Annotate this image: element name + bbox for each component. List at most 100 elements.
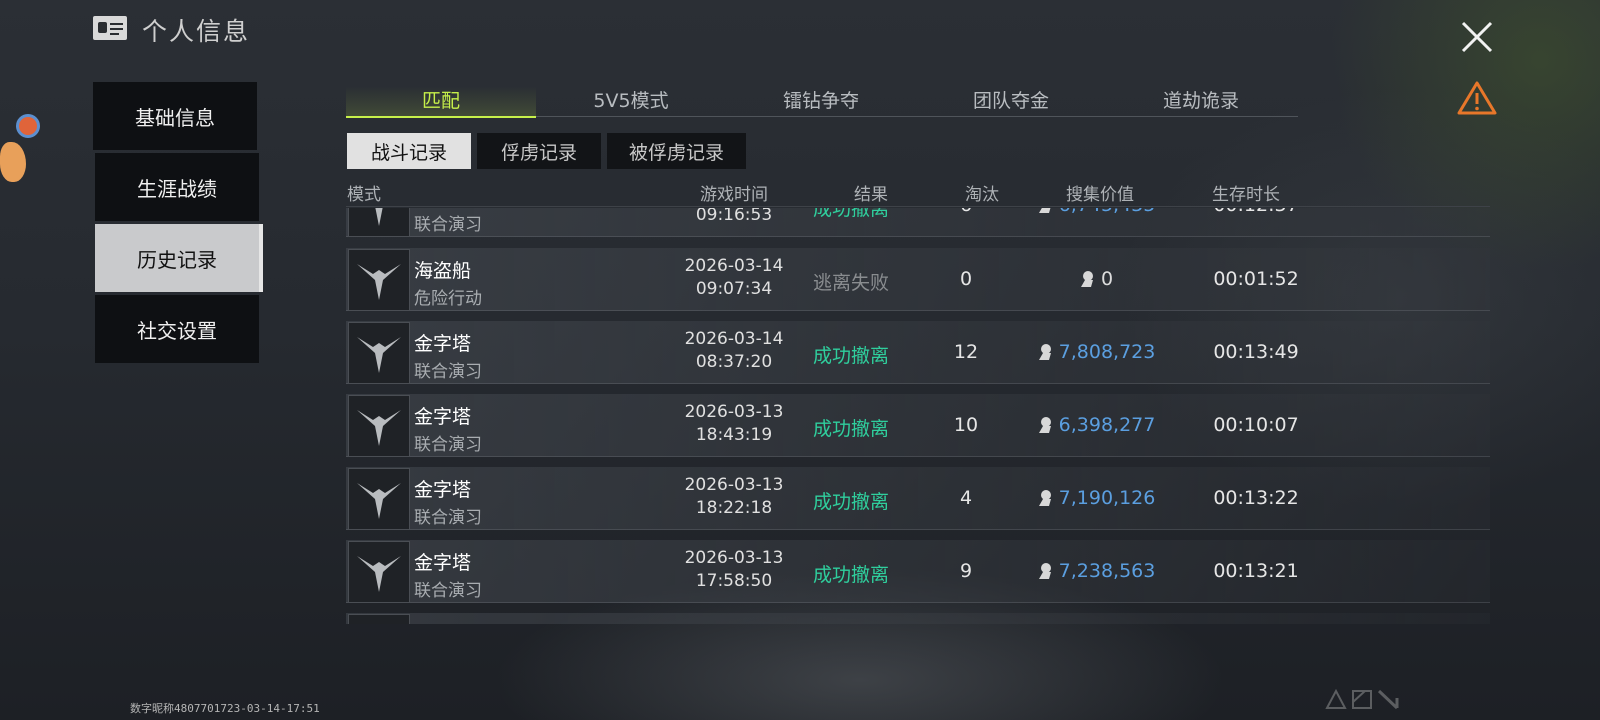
mode-name: 联合演习 — [414, 362, 482, 382]
kill-count: 0 — [959, 268, 973, 290]
collected-value: 7,190,126 — [1006, 487, 1186, 509]
tab-match[interactable]: 匹配 — [346, 86, 536, 118]
close-icon — [1461, 21, 1493, 53]
survival-duration: 00:12:37 — [1186, 208, 1326, 216]
map-badge — [348, 322, 410, 384]
map-name: 金字塔 — [414, 333, 472, 355]
collected-value: 6,745,435 — [1006, 208, 1186, 216]
value-amount: 0 — [1100, 268, 1114, 290]
sidebar-item-career[interactable]: 生涯战绩 — [95, 153, 259, 221]
sidebar-item-label: 历史记录 — [137, 247, 217, 272]
subtab-captured-record[interactable]: 被俘虏记录 — [607, 133, 746, 169]
table-row[interactable]: 金字塔 联合演习 2026-03-13 18:43:19 成功撤离 10 6,3… — [346, 394, 1490, 457]
table-row[interactable] — [346, 613, 1490, 624]
table-row[interactable]: 联合演习 09:16:53 成功撤离 6 6,745,435 00:12:37 — [346, 208, 1490, 237]
value-icon — [1038, 417, 1051, 433]
tab-diamond[interactable]: 镭钻争夺 — [726, 86, 916, 116]
result-status: 成功撤离 — [812, 418, 889, 440]
system-status-icon — [1325, 688, 1399, 710]
header-divider — [346, 206, 1490, 207]
map-badge — [348, 208, 410, 237]
result-status: 成功撤离 — [812, 491, 889, 513]
subtab-capture-record[interactable]: 俘虏记录 — [477, 133, 601, 169]
value-icon — [1080, 271, 1093, 287]
mode-tabs: 匹配 5V5模式 镭钻争夺 团队夺金 道劫诡录 — [346, 86, 1298, 118]
winged-emblem-icon — [357, 483, 401, 519]
mode-name: 联合演习 — [414, 435, 482, 455]
kill-count: 9 — [959, 560, 973, 582]
tab-daojie[interactable]: 道劫诡录 — [1106, 86, 1296, 116]
result-status: 成功撤离 — [812, 208, 889, 220]
column-header-duration: 生存时长 — [1212, 185, 1280, 205]
result-status: 成功撤离 — [812, 564, 889, 586]
collected-value: 7,808,723 — [1006, 341, 1186, 363]
page-title: 个人信息 — [142, 17, 251, 46]
result-status: 成功撤离 — [812, 345, 889, 367]
winged-emblem-icon — [375, 208, 383, 226]
column-header-value: 搜集价值 — [1066, 185, 1134, 205]
sidebar-item-label: 生涯战绩 — [137, 176, 217, 201]
close-button[interactable] — [1460, 20, 1494, 54]
kill-count: 6 — [926, 208, 1006, 216]
subtab-battle-record[interactable]: 战斗记录 — [347, 133, 471, 169]
value-icon — [1038, 563, 1051, 579]
map-badge — [348, 249, 410, 311]
survival-duration: 00:10:07 — [1213, 414, 1299, 436]
sidebar-item-basic-info[interactable]: 基础信息 — [93, 82, 257, 150]
winged-emblem-icon — [357, 410, 401, 446]
value-amount: 7,190,126 — [1058, 487, 1156, 509]
value-amount: 6,398,277 — [1058, 414, 1156, 436]
value-amount: 6,745,435 — [1059, 208, 1156, 216]
mode-name: 联合演习 — [414, 581, 482, 601]
table-row[interactable]: 金字塔 联合演习 2026-03-13 18:22:18 成功撤离 4 7,19… — [346, 467, 1490, 530]
map-name: 金字塔 — [414, 552, 472, 574]
map-badge — [348, 614, 410, 624]
profile-card-icon — [93, 16, 127, 40]
report-button[interactable] — [1456, 80, 1498, 116]
collected-value: 7,238,563 — [1006, 560, 1186, 582]
value-amount: 7,808,723 — [1058, 341, 1156, 363]
kill-count: 12 — [953, 341, 979, 363]
decor-sticker-icon — [0, 112, 45, 187]
sidebar-item-label: 基础信息 — [135, 105, 215, 130]
warning-icon — [1457, 81, 1497, 115]
result-status: 逃离失败 — [812, 272, 889, 294]
sidebar-item-social[interactable]: 社交设置 — [95, 295, 259, 363]
table-row[interactable]: 海盗船 危险行动 2026-03-14 09:07:34 逃离失败 0 0 00… — [346, 248, 1490, 311]
kill-count: 4 — [959, 487, 973, 509]
collected-value: 6,398,277 — [1006, 414, 1186, 436]
map-badge — [348, 395, 410, 457]
sidebar-item-label: 社交设置 — [137, 318, 217, 343]
tab-5v5[interactable]: 5V5模式 — [536, 86, 726, 116]
collected-value: 0 — [1006, 268, 1186, 290]
survival-duration: 00:13:49 — [1213, 341, 1299, 363]
value-icon — [1038, 208, 1051, 213]
mode-name: 危险行动 — [414, 289, 482, 309]
map-badge — [348, 468, 410, 530]
tab-team-gold[interactable]: 团队夺金 — [916, 86, 1106, 116]
mode-name: 联合演习 — [414, 508, 482, 528]
winged-emblem-icon — [357, 337, 401, 373]
table-row[interactable]: 金字塔 联合演习 2026-03-13 17:58:50 成功撤离 9 7,23… — [346, 540, 1490, 603]
column-header-time: 游戏时间 — [700, 185, 768, 205]
mode-name: 联合演习 — [414, 215, 482, 235]
map-badge — [348, 541, 410, 603]
table-row[interactable]: 金字塔 联合演习 2026-03-14 08:37:20 成功撤离 12 7,8… — [346, 321, 1490, 384]
survival-duration: 00:13:21 — [1213, 560, 1299, 582]
survival-duration: 00:01:52 — [1213, 268, 1299, 290]
column-header-result: 结果 — [854, 185, 888, 205]
column-header-mode: 模式 — [347, 185, 381, 205]
map-name: 金字塔 — [414, 406, 472, 428]
battle-record-list[interactable]: 联合演习 09:16:53 成功撤离 6 6,745,435 00:12:37 … — [346, 208, 1492, 624]
winged-emblem-icon — [357, 264, 401, 300]
map-name: 海盗船 — [414, 260, 472, 282]
player-watermark: 数字昵称4807701723-03-14-17:51 — [130, 702, 320, 715]
value-icon — [1038, 490, 1051, 506]
sidebar-item-history[interactable]: 历史记录 — [95, 224, 263, 292]
value-icon — [1038, 344, 1051, 360]
survival-duration: 00:13:22 — [1213, 487, 1299, 509]
map-name: 金字塔 — [414, 479, 472, 501]
kill-count: 10 — [953, 414, 979, 436]
value-amount: 7,238,563 — [1058, 560, 1156, 582]
winged-emblem-icon — [357, 556, 401, 592]
